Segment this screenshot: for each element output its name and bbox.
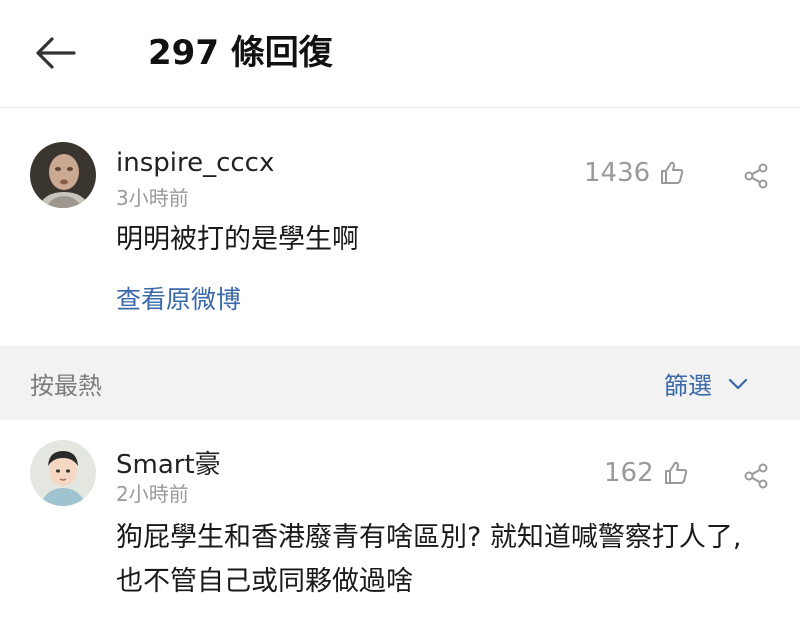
sort-by-hot[interactable]: 按最熱 xyxy=(30,366,102,401)
timestamp: 2小時前 xyxy=(116,482,189,506)
like-button[interactable]: 1436 xyxy=(584,158,686,188)
comment-item: Smart豪 2小時前 162 狗屁學生和香港廢青有啥區別? 就知道喊警察打人了… xyxy=(0,420,800,634)
avatar[interactable] xyxy=(30,440,96,506)
like-button[interactable]: 162 xyxy=(604,458,690,488)
comment-item: inspire_cccx 3小時前 1436 明明被打的是學生啊 查看原微博 xyxy=(0,118,800,346)
view-original-link[interactable]: 查看原微博 xyxy=(116,280,241,316)
sort-bar: 按最熱 篩選 xyxy=(0,346,800,420)
share-icon[interactable] xyxy=(742,462,770,490)
filter-button[interactable]: 篩選 xyxy=(664,366,750,401)
page-title: 297 條回復 xyxy=(148,33,333,73)
top-bar: 297 條回復 xyxy=(0,0,800,108)
like-count: 1436 xyxy=(584,158,651,188)
comment-replies-page: 297 條回復 inspire_cccx 3小時前 1436 明明被打的是學生啊… xyxy=(0,0,800,634)
comment-text: 明明被打的是學生啊 xyxy=(116,224,359,255)
timestamp: 3小時前 xyxy=(116,186,189,210)
like-count: 162 xyxy=(604,458,654,488)
back-button[interactable] xyxy=(30,30,82,76)
username[interactable]: inspire_cccx xyxy=(116,148,274,178)
thumbs-up-icon[interactable] xyxy=(658,159,686,187)
thumbs-up-icon[interactable] xyxy=(662,459,690,487)
filter-label: 篩選 xyxy=(664,372,712,400)
chevron-down-icon xyxy=(728,378,748,389)
username[interactable]: Smart豪 xyxy=(116,444,221,481)
avatar[interactable] xyxy=(30,142,96,208)
comment-text: 狗屁學生和香港廢青有啥區別? 就知道喊警察打人了, 也不管自己或同夥做過啥 xyxy=(116,522,742,597)
back-arrow-icon[interactable] xyxy=(30,30,82,76)
share-icon[interactable] xyxy=(742,162,770,190)
